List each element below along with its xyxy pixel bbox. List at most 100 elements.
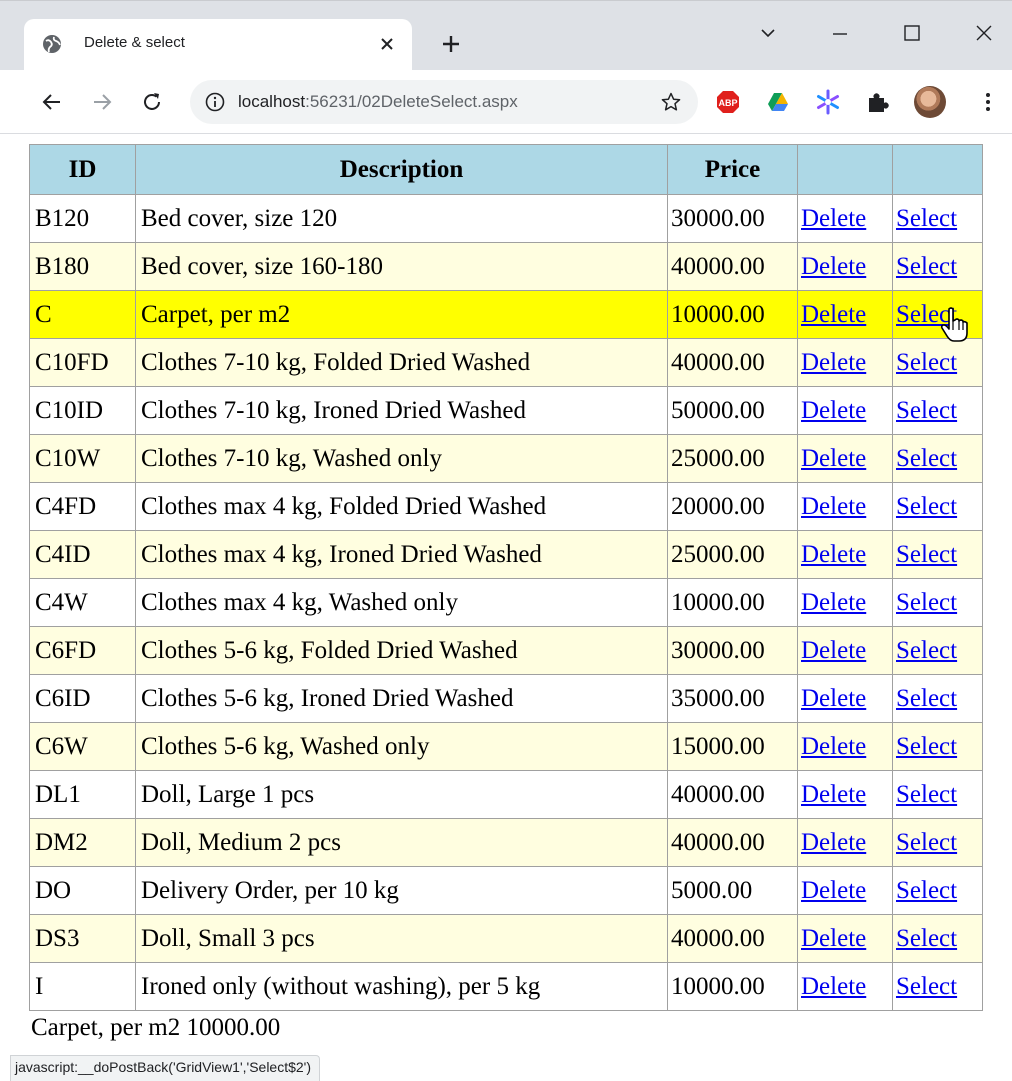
tab-search-icon[interactable]: [756, 21, 780, 45]
table-row: DO Delivery Order, per 10 kg 5000.00 Delete…: [29, 866, 983, 915]
table-row: C6ID Clothes 5-6 kg, Ironed Dried Washed 3…: [29, 674, 983, 723]
table-row: C10W Clothes 7-10 kg, Washed only 25000.00…: [29, 434, 983, 483]
cell-delete: Delete: [797, 194, 893, 243]
select-link[interactable]: Select: [896, 733, 957, 760]
table-row: DS3 Doll, Small 3 pcs 40000.00 Delete Select: [29, 914, 983, 963]
cell-price: 20000.00: [667, 482, 798, 531]
grid-body: B120 Bed cover, size 120 30000.00 Delete Sel…: [29, 194, 983, 1011]
browser-toolbar: localhost:56231/02DeleteSelect.aspx ABP: [0, 70, 1012, 134]
cell-price: 5000.00: [667, 866, 798, 915]
table-row: C6W Clothes 5-6 kg, Washed only 15000.00 De…: [29, 722, 983, 771]
close-window-icon[interactable]: [972, 21, 996, 45]
items-gridview: ID Description Price B120 Bed cover, size…: [29, 144, 983, 1011]
cell-select: Select: [892, 386, 983, 435]
cell-select: Select: [892, 674, 983, 723]
cell-price: 50000.00: [667, 386, 798, 435]
cell-select: Select: [892, 626, 983, 675]
cell-delete: Delete: [797, 674, 893, 723]
table-row: C4ID Clothes max 4 kg, Ironed Dried Washe…: [29, 530, 983, 579]
cell-price: 40000.00: [667, 914, 798, 963]
delete-link[interactable]: Delete: [801, 493, 866, 520]
select-link[interactable]: Select: [896, 397, 957, 424]
delete-link[interactable]: Delete: [801, 733, 866, 760]
profile-avatar[interactable]: [914, 86, 946, 118]
google-drive-icon[interactable]: [764, 88, 792, 116]
cell-description: Clothes 5-6 kg, Folded Dried Washed: [135, 626, 668, 675]
cell-delete: Delete: [797, 818, 893, 867]
cell-id: C: [29, 290, 136, 339]
cell-id: C10ID: [29, 386, 136, 435]
cell-delete: Delete: [797, 626, 893, 675]
cell-price: 40000.00: [667, 338, 798, 387]
bookmark-star-icon[interactable]: [660, 91, 682, 113]
delete-link[interactable]: Delete: [801, 301, 866, 328]
select-link[interactable]: Select: [896, 925, 957, 952]
header-description: Description: [135, 144, 668, 195]
url-text: localhost:56231/02DeleteSelect.aspx: [238, 92, 518, 112]
select-link[interactable]: Select: [896, 781, 957, 808]
delete-link[interactable]: Delete: [801, 589, 866, 616]
cell-price: 40000.00: [667, 770, 798, 819]
select-link[interactable]: Select: [896, 493, 957, 520]
back-icon[interactable]: [40, 90, 64, 114]
cell-id: C6ID: [29, 674, 136, 723]
delete-link[interactable]: Delete: [801, 397, 866, 424]
select-link[interactable]: Select: [896, 445, 957, 472]
cell-id: C10W: [29, 434, 136, 483]
cell-id: C4W: [29, 578, 136, 627]
browser-tab[interactable]: Delete & select: [24, 19, 412, 71]
select-link[interactable]: Select: [896, 589, 957, 616]
cell-price: 25000.00: [667, 434, 798, 483]
select-link[interactable]: Select: [896, 349, 957, 376]
cell-delete: Delete: [797, 482, 893, 531]
table-row: B180 Bed cover, size 160-180 40000.00 Delet…: [29, 242, 983, 291]
select-link[interactable]: Select: [896, 973, 957, 1000]
more-menu-icon[interactable]: [976, 90, 1000, 114]
delete-link[interactable]: Delete: [801, 445, 866, 472]
select-link[interactable]: Select: [896, 205, 957, 232]
delete-link[interactable]: Delete: [801, 877, 866, 904]
address-bar[interactable]: localhost:56231/02DeleteSelect.aspx: [190, 80, 698, 124]
select-link[interactable]: Select: [896, 829, 957, 856]
close-tab-icon[interactable]: [376, 33, 398, 55]
select-link[interactable]: Select: [896, 685, 957, 712]
table-row: C4W Clothes max 4 kg, Washed only 10000.00…: [29, 578, 983, 627]
cell-select: Select: [892, 914, 983, 963]
cell-delete: Delete: [797, 578, 893, 627]
new-tab-icon[interactable]: [440, 33, 462, 55]
maximize-icon[interactable]: [900, 21, 924, 45]
delete-link[interactable]: Delete: [801, 829, 866, 856]
select-link[interactable]: Select: [896, 877, 957, 904]
select-link[interactable]: Select: [896, 541, 957, 568]
cell-description: Doll, Large 1 pcs: [135, 770, 668, 819]
table-row: I Ironed only (without washing), per 5 kg…: [29, 962, 983, 1011]
header-price: Price: [667, 144, 798, 195]
minimize-icon[interactable]: [828, 21, 852, 45]
select-link[interactable]: Select: [896, 637, 957, 664]
delete-link[interactable]: Delete: [801, 973, 866, 1000]
info-icon[interactable]: [204, 91, 226, 113]
cell-price: 10000.00: [667, 578, 798, 627]
delete-link[interactable]: Delete: [801, 781, 866, 808]
puzzle-extensions-icon[interactable]: [864, 88, 892, 116]
forward-icon[interactable]: [90, 90, 114, 114]
cell-select: Select: [892, 482, 983, 531]
cell-delete: Delete: [797, 770, 893, 819]
delete-link[interactable]: Delete: [801, 925, 866, 952]
cell-select: Select: [892, 530, 983, 579]
adblock-plus-icon[interactable]: ABP: [714, 88, 742, 116]
snowflake-extension-icon[interactable]: [814, 88, 842, 116]
cell-delete: Delete: [797, 530, 893, 579]
delete-link[interactable]: Delete: [801, 637, 866, 664]
header-select: [892, 144, 983, 195]
select-link[interactable]: Select: [896, 253, 957, 280]
reload-icon[interactable]: [140, 90, 164, 114]
delete-link[interactable]: Delete: [801, 349, 866, 376]
cell-select: Select: [892, 434, 983, 483]
cell-select: Select: [892, 338, 983, 387]
delete-link[interactable]: Delete: [801, 541, 866, 568]
delete-link[interactable]: Delete: [801, 685, 866, 712]
delete-link[interactable]: Delete: [801, 205, 866, 232]
delete-link[interactable]: Delete: [801, 253, 866, 280]
table-row: C10ID Clothes 7-10 kg, Ironed Dried Washe…: [29, 386, 983, 435]
